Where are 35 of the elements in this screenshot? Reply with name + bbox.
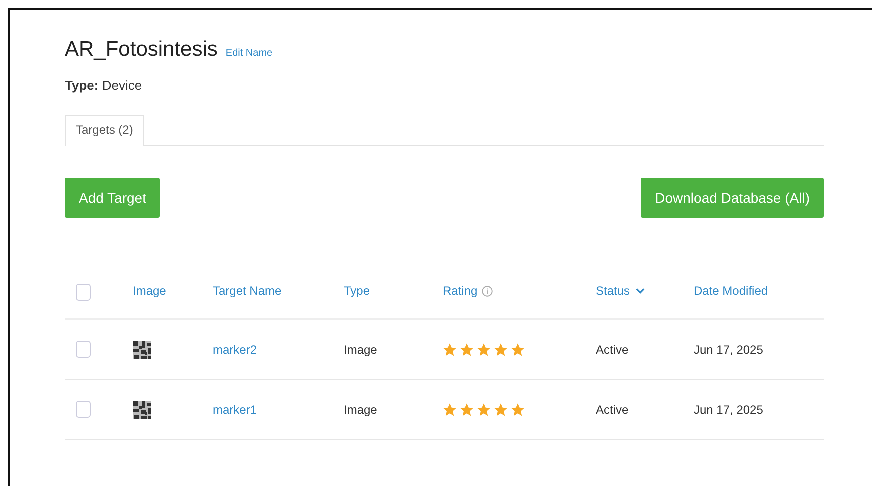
column-header[interactable]: Date Modified (694, 284, 768, 298)
column-header[interactable]: Type (344, 284, 370, 298)
column-header[interactable]: Rating (443, 284, 478, 298)
tab[interactable]: Targets (2) (65, 115, 144, 146)
add-target-button[interactable]: Add Target (65, 178, 160, 218)
status-cell: Active (596, 342, 629, 356)
project-title: AR_Fotosintesis (65, 38, 218, 62)
date-cell: Jun 17, 2025 (694, 342, 764, 356)
select-all-checkbox[interactable] (76, 284, 91, 301)
status-cell: Active (596, 402, 629, 416)
target-name-link[interactable]: marker2 (213, 342, 258, 356)
star-icon (511, 342, 525, 356)
caret-icon[interactable] (636, 288, 646, 294)
star-icon (443, 342, 457, 356)
star-icon (477, 402, 491, 416)
row-checkbox[interactable] (76, 341, 91, 358)
star-icon (460, 342, 474, 356)
type-cell: Image (344, 402, 378, 416)
target-name-link[interactable]: marker1 (213, 402, 258, 416)
info-icon[interactable] (482, 286, 493, 296)
download-database-button[interactable]: Download Database (All) (641, 178, 824, 218)
type-text: Type: Device (65, 78, 144, 93)
star-icon (511, 402, 525, 416)
star-icon (494, 402, 508, 416)
star-icon (443, 402, 457, 416)
date-cell: Jun 17, 2025 (694, 402, 764, 416)
edit-name-link[interactable]: Edit Name (226, 48, 273, 59)
star-icon (477, 342, 491, 356)
column-header[interactable]: Target Name (213, 284, 282, 298)
type-cell: Image (344, 342, 378, 356)
row-checkbox[interactable] (76, 401, 91, 418)
column-header[interactable]: Status (596, 284, 630, 298)
star-icon (494, 342, 508, 356)
column-header[interactable]: Image (133, 284, 166, 298)
star-icon (460, 402, 474, 416)
